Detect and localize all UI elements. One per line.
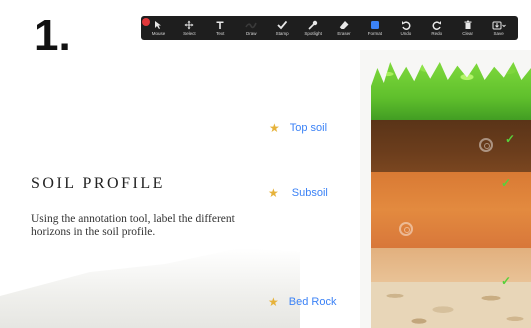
check-stamp-icon: ✓: [501, 274, 512, 288]
tool-label: Redo: [431, 31, 443, 36]
tool-label: Eraser: [337, 31, 351, 36]
tool-label: Format: [367, 31, 383, 36]
tool-save-button[interactable]: Save: [483, 16, 514, 40]
draw-icon: [245, 19, 257, 31]
star-stamp-icon: ★: [268, 186, 279, 200]
annotation-toolbar: Mouse Select Text Draw Stamp Spotlight E…: [141, 16, 518, 40]
tool-label: Mouse: [151, 31, 166, 36]
tool-label: Spotlight: [304, 31, 322, 36]
stamp-check-icon: [277, 19, 288, 31]
step-number: 1.: [34, 11, 71, 60]
label-text: Subsoil: [291, 187, 328, 199]
redo-icon: [432, 19, 442, 31]
slide-title: SOIL PROFILE: [31, 175, 165, 192]
mouse-pointer-icon: [153, 19, 163, 31]
tool-stamp-button[interactable]: Stamp: [267, 16, 298, 40]
grass-layer: [371, 62, 531, 122]
tool-draw-button[interactable]: Draw: [236, 16, 267, 40]
horizon-label-bed-rock[interactable]: ★ Bed Rock: [268, 295, 336, 309]
tool-undo-button[interactable]: Undo: [390, 16, 421, 40]
horizon-label-subsoil[interactable]: ★ Subsoil: [268, 186, 328, 200]
undo-icon: [401, 19, 411, 31]
tool-label: Undo: [400, 31, 412, 36]
soil-profile-illustration: ✓ ✓ ✓: [371, 62, 531, 328]
tool-label: Clear: [462, 31, 474, 36]
tool-spotlight-button[interactable]: Spotlight: [298, 16, 329, 40]
tool-label: Text: [216, 31, 225, 36]
star-stamp-icon: ★: [269, 121, 280, 135]
tool-format-button[interactable]: Format: [359, 16, 390, 40]
tool-label: Draw: [245, 31, 257, 36]
tool-clear-button[interactable]: Clear: [452, 16, 483, 40]
swirl-stamp-icon: [399, 222, 413, 236]
select-move-icon: [184, 19, 194, 31]
check-stamp-icon: ✓: [501, 176, 512, 190]
eraser-icon: [339, 19, 349, 31]
spotlight-icon: [308, 19, 318, 31]
topsoil-layer: [371, 120, 531, 172]
label-text: Bed Rock: [288, 296, 337, 308]
bedrock-layer: [371, 282, 531, 328]
star-stamp-icon: ★: [268, 295, 279, 309]
swirl-stamp-icon: [479, 138, 493, 152]
tool-select-button[interactable]: Select: [174, 16, 205, 40]
close-toolbar-icon[interactable]: [142, 18, 150, 26]
label-text: Top soil: [289, 122, 328, 134]
horizon-label-top-soil[interactable]: ★ Top soil: [269, 121, 327, 135]
check-stamp-icon: ✓: [505, 132, 516, 146]
format-icon: [370, 19, 380, 31]
tool-label: Select: [183, 31, 196, 36]
tool-label: Save: [493, 31, 504, 36]
tool-label: Stamp: [275, 31, 289, 36]
slide-instructions: Using the annotation tool, label the dif…: [31, 213, 235, 238]
tool-redo-button[interactable]: Redo: [421, 16, 452, 40]
trash-icon: [463, 19, 473, 31]
tool-text-button[interactable]: Text: [205, 16, 236, 40]
save-icon: [492, 19, 506, 31]
tool-eraser-button[interactable]: Eraser: [329, 16, 360, 40]
text-icon: [215, 19, 225, 31]
